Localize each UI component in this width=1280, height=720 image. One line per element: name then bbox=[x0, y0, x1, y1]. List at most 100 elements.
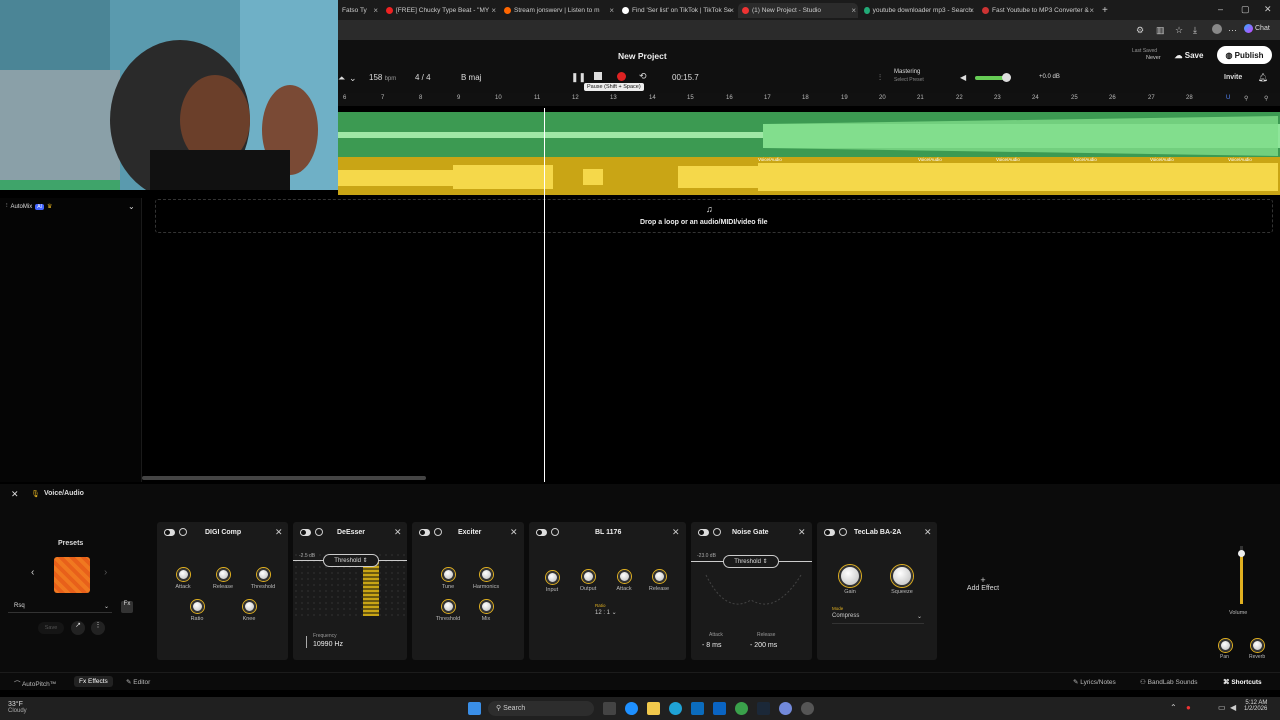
power-icon[interactable] bbox=[434, 528, 442, 536]
share-icon[interactable]: ↗ bbox=[71, 621, 85, 635]
more-icon[interactable]: ⋮ bbox=[91, 621, 105, 635]
close-icon[interactable]: ✕ bbox=[510, 527, 518, 538]
chevron-right-icon[interactable]: › bbox=[104, 567, 107, 578]
close-icon[interactable]: × bbox=[969, 6, 974, 15]
threshold-selector[interactable]: Threshold ⇕ bbox=[723, 555, 779, 568]
power-icon[interactable] bbox=[839, 528, 847, 536]
plugin-toggle[interactable] bbox=[698, 529, 709, 536]
attack-value[interactable]: - 8 ms bbox=[702, 642, 721, 649]
input-knob[interactable] bbox=[546, 571, 559, 584]
plugin-toggle[interactable] bbox=[824, 529, 835, 536]
weather-widget[interactable]: 33°F Cloudy bbox=[8, 701, 27, 714]
notification-icon[interactable]: 🔔︎ bbox=[1258, 73, 1268, 82]
mail-icon[interactable] bbox=[713, 702, 726, 715]
timeline-ruler[interactable]: 6 7 8 9 10 11 12 13 14 15 16 17 18 19 20… bbox=[338, 93, 1280, 106]
zoom-in-icon[interactable]: ⚲ bbox=[1264, 95, 1268, 102]
more-icon[interactable]: ⋯ bbox=[1228, 25, 1237, 36]
split-screen-icon[interactable]: ▥ bbox=[1156, 25, 1165, 36]
plugin-toggle[interactable] bbox=[536, 529, 547, 536]
minimize-icon[interactable]: – bbox=[1218, 4, 1223, 14]
taskbar-clock[interactable]: 5:12 AM 1/2/2026 bbox=[1244, 700, 1267, 712]
maximize-icon[interactable]: ▢ bbox=[1241, 4, 1250, 15]
chevron-left-icon[interactable]: ‹ bbox=[31, 567, 34, 578]
close-icon[interactable]: × bbox=[609, 6, 614, 15]
slider-thumb[interactable] bbox=[1002, 73, 1011, 82]
media-player-icon[interactable] bbox=[801, 702, 814, 715]
gain-knob[interactable] bbox=[839, 565, 861, 587]
magnet-icon[interactable]: U bbox=[1226, 95, 1230, 101]
publish-button[interactable]: ◍ Publish bbox=[1217, 46, 1272, 64]
discord-icon[interactable] bbox=[779, 702, 792, 715]
key-selector[interactable]: B maj bbox=[461, 73, 481, 82]
stop-icon[interactable] bbox=[594, 72, 602, 80]
taskbar-search[interactable]: ⚲ Search bbox=[488, 701, 594, 716]
automix-toggle[interactable]: ⫶ AutoMix AI ♛ bbox=[6, 203, 52, 210]
fader-thumb[interactable] bbox=[1238, 550, 1245, 557]
reverb-knob[interactable] bbox=[1251, 639, 1264, 652]
browser-tab-active[interactable]: (1) New Project - Studio × bbox=[738, 3, 858, 18]
browser-tab[interactable]: Stream jonswerv | Listen to m × bbox=[500, 3, 616, 18]
record-icon[interactable] bbox=[617, 72, 626, 81]
close-icon[interactable]: ✕ bbox=[924, 527, 932, 538]
threshold-knob[interactable] bbox=[257, 568, 270, 581]
browser-tab[interactable]: Find 'Ser list' on TikTok | TikTok Se × bbox=[618, 3, 736, 18]
profile-avatar[interactable] bbox=[1212, 24, 1222, 34]
frequency-value[interactable]: 10990 Hz bbox=[313, 641, 343, 648]
threshold-knob[interactable] bbox=[442, 600, 455, 613]
download-icon[interactable]: ⤓ bbox=[1193, 25, 1197, 36]
store-icon[interactable] bbox=[691, 702, 704, 715]
network-icon[interactable]: ▭ bbox=[1218, 703, 1226, 712]
bandlab-sounds-tab[interactable]: ⚇ BandLab Sounds bbox=[1140, 678, 1198, 686]
close-icon[interactable]: × bbox=[373, 6, 378, 15]
lyrics-notes-tab[interactable]: ✎ Lyrics/Notes bbox=[1073, 678, 1116, 686]
preset-thumbnail[interactable] bbox=[54, 557, 90, 593]
close-icon[interactable]: ✕ bbox=[672, 527, 680, 538]
copilot-chat-button[interactable]: Chat bbox=[1244, 24, 1270, 33]
close-icon[interactable]: × bbox=[1089, 6, 1094, 15]
tray-app-icon[interactable]: ● bbox=[1186, 703, 1191, 712]
extensions-icon[interactable]: ⚙ bbox=[1136, 25, 1144, 36]
green-audio-clip[interactable] bbox=[338, 112, 1280, 157]
threshold-selector[interactable]: Threshold ⇕ bbox=[323, 554, 379, 567]
chevron-down-icon[interactable]: ⌄ bbox=[349, 73, 357, 84]
editor-tab[interactable]: ✎ Editor bbox=[126, 678, 150, 686]
horizontal-scrollbar[interactable] bbox=[142, 476, 426, 480]
power-icon[interactable] bbox=[179, 528, 187, 536]
metronome-icon[interactable]: ⏶ bbox=[338, 73, 345, 84]
tune-knob[interactable] bbox=[442, 568, 455, 581]
plugin-toggle[interactable] bbox=[164, 529, 175, 536]
close-icon[interactable]: × bbox=[729, 6, 734, 15]
tray-chevron-icon[interactable]: ⌃ bbox=[1170, 703, 1177, 712]
close-icon[interactable]: × bbox=[491, 6, 496, 15]
effects-tab[interactable]: Fx Effects bbox=[74, 676, 113, 687]
copilot-icon[interactable] bbox=[625, 702, 638, 715]
mode-selector[interactable]: Compress ⌄ bbox=[832, 613, 924, 624]
squeeze-knob[interactable] bbox=[891, 565, 913, 587]
save-preset-button[interactable]: Save bbox=[38, 622, 64, 634]
task-view-icon[interactable] bbox=[603, 702, 616, 715]
save-button[interactable]: ☁ Save bbox=[1168, 47, 1210, 64]
file-explorer-icon[interactable] bbox=[647, 702, 660, 715]
drop-zone[interactable]: ♫ Drop a loop or an audio/MIDI/video fil… bbox=[155, 199, 1273, 233]
mix-knob[interactable] bbox=[480, 600, 493, 613]
attack-knob[interactable] bbox=[618, 570, 631, 583]
windows-start-icon[interactable] bbox=[468, 702, 481, 715]
plugin-toggle[interactable] bbox=[419, 529, 430, 536]
browser-tab[interactable]: youtube downloader mp3 - Search × bbox=[860, 3, 976, 18]
volume-icon[interactable]: ◀ bbox=[1230, 703, 1236, 712]
playhead[interactable] bbox=[544, 108, 545, 482]
close-icon[interactable]: ✕ bbox=[394, 527, 402, 538]
chevron-down-icon[interactable]: ⌄ bbox=[128, 202, 135, 211]
xbox-icon[interactable] bbox=[735, 702, 748, 715]
close-icon[interactable]: × bbox=[851, 6, 856, 15]
harmonics-knob[interactable] bbox=[480, 568, 493, 581]
release-knob[interactable] bbox=[217, 568, 230, 581]
add-effect-button[interactable]: + Add Effect bbox=[955, 575, 1011, 603]
invite-button[interactable]: Invite bbox=[1224, 74, 1242, 81]
release-value[interactable]: - 200 ms bbox=[750, 642, 777, 649]
pan-knob[interactable] bbox=[1219, 639, 1232, 652]
close-window-icon[interactable]: ✕ bbox=[1264, 4, 1272, 15]
power-icon[interactable] bbox=[551, 528, 559, 536]
plugin-toggle[interactable] bbox=[300, 529, 311, 536]
edge-icon[interactable] bbox=[669, 702, 682, 715]
